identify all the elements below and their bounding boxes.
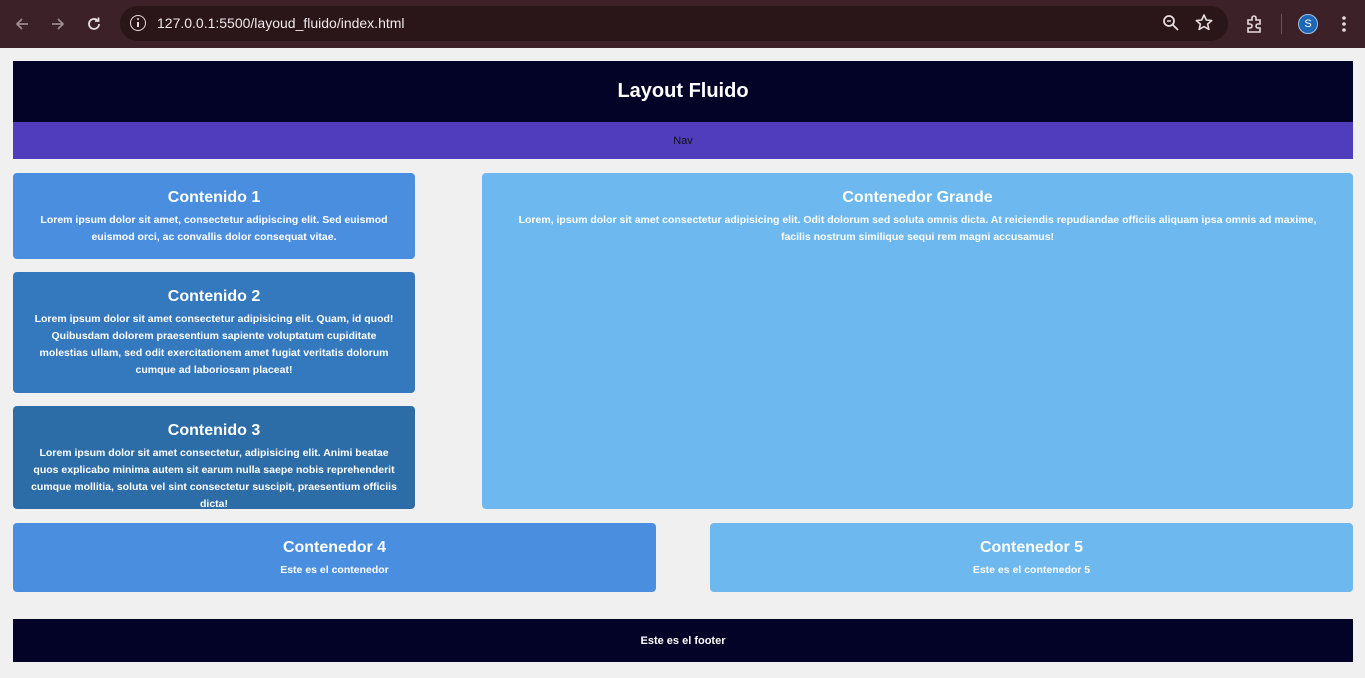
- nav-bar: Nav: [13, 122, 1353, 159]
- extensions-icon[interactable]: [1243, 12, 1267, 36]
- big-container: Contenedor Grande Lorem, ipsum dolor sit…: [482, 173, 1353, 509]
- zoom-icon[interactable]: [1160, 12, 1182, 34]
- menu-icon[interactable]: [1332, 12, 1356, 36]
- page-viewport: Layout Fluido Nav Contenido 1 Lorem ipsu…: [0, 48, 1365, 678]
- content-text: Lorem ipsum dolor sit amet, consectetur …: [40, 214, 388, 243]
- container-5-text: Este es el contenedor 5: [972, 564, 1091, 576]
- container-5-title: Contenedor 5: [979, 539, 1084, 556]
- browser-toolbar: 127.0.0.1:5500/layoud_fluido/index.html …: [0, 0, 1365, 48]
- big-container-text: Lorem, ipsum dolor sit amet consectetur …: [518, 214, 1317, 243]
- nav-label: Nav: [673, 134, 693, 147]
- content-box-1: Contenido 1 Lorem ipsum dolor sit amet, …: [13, 173, 415, 259]
- bookmark-star-icon[interactable]: [1193, 12, 1215, 34]
- page-title: Layout Fluido: [617, 80, 749, 102]
- container-4-text: Este es el contenedor: [280, 564, 389, 576]
- content-box-2: Contenido 2 Lorem ipsum dolor sit amet c…: [13, 272, 415, 393]
- container-4: Contenedor 4 Este es el contenedor: [13, 523, 656, 592]
- content-text: Lorem ipsum dolor sit amet consectetur, …: [31, 447, 397, 510]
- site-info-icon[interactable]: [130, 15, 146, 31]
- content-box-3: Contenido 3 Lorem ipsum dolor sit amet c…: [13, 406, 415, 510]
- footer-text: Este es el footer: [640, 634, 726, 647]
- big-container-title: Contenedor Grande: [842, 189, 993, 206]
- container-5: Contenedor 5 Este es el contenedor 5: [710, 523, 1353, 592]
- container-4-title: Contenedor 4: [282, 539, 387, 556]
- content-text: Lorem ipsum dolor sit amet consectetur a…: [34, 313, 394, 376]
- content-title: Contenido 2: [167, 288, 261, 305]
- page-header: Layout Fluido: [13, 61, 1353, 122]
- content-title: Contenido 3: [167, 422, 261, 439]
- back-icon[interactable]: [10, 12, 34, 36]
- content-title: Contenido 1: [167, 189, 261, 206]
- toolbar-divider: [1281, 14, 1282, 34]
- page-footer: Este es el footer: [13, 619, 1353, 662]
- address-bar[interactable]: 127.0.0.1:5500/layoud_fluido/index.html: [120, 6, 1228, 41]
- reload-icon[interactable]: [82, 12, 106, 36]
- forward-icon[interactable]: [46, 12, 70, 36]
- profile-avatar[interactable]: S: [1298, 14, 1318, 34]
- url-text[interactable]: 127.0.0.1:5500/layoud_fluido/index.html: [157, 15, 405, 31]
